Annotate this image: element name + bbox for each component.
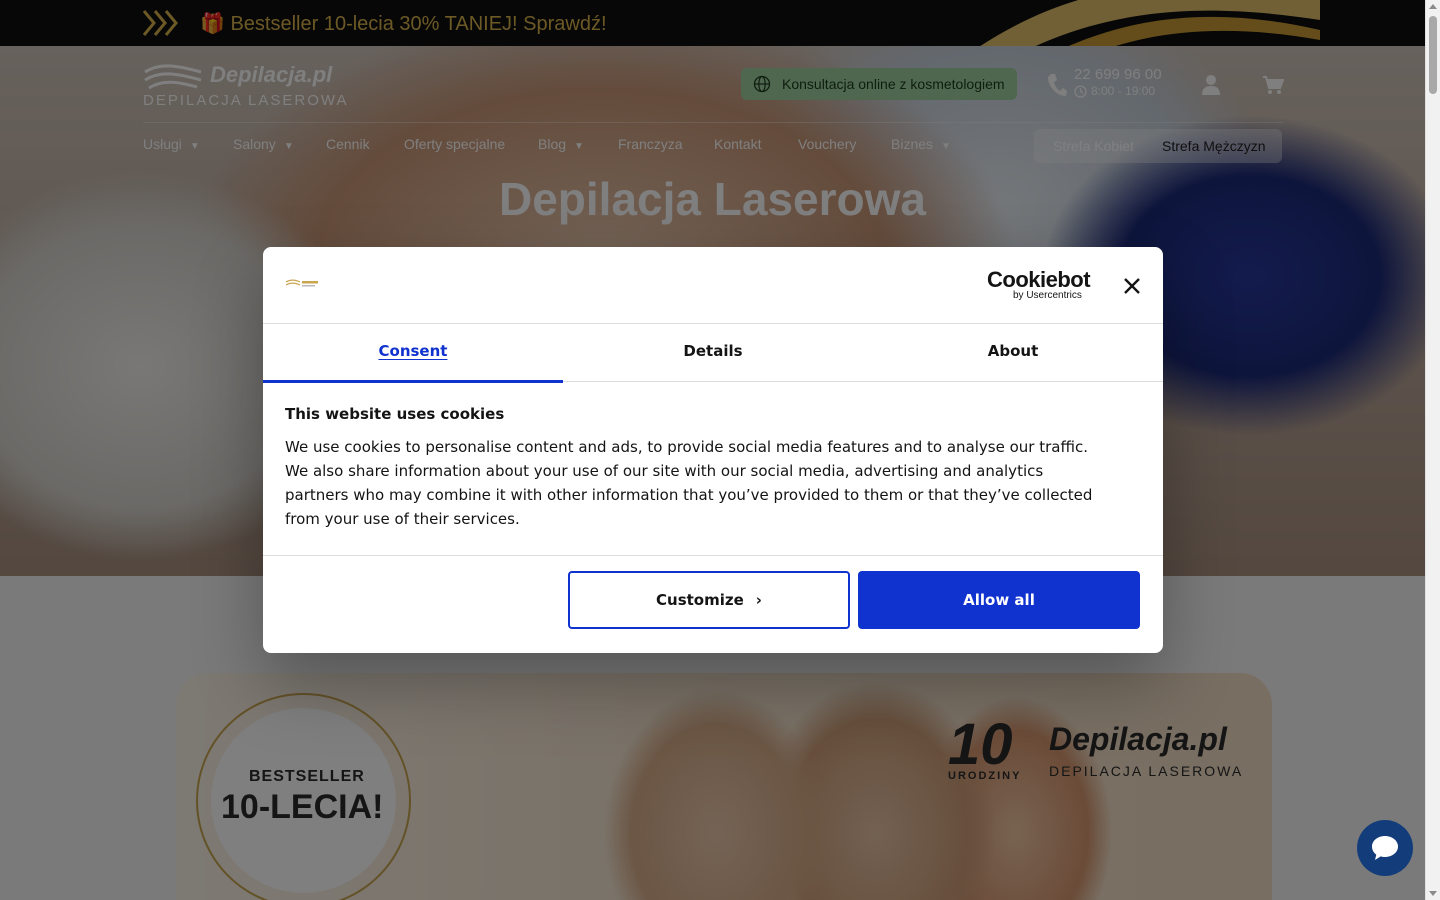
chat-button[interactable]: [1357, 820, 1413, 876]
tab-about[interactable]: About: [863, 325, 1163, 382]
page-scrollbar[interactable]: [1425, 0, 1440, 900]
cookie-consent-dialog: Cookiebot by Usercentrics Consent Detail…: [263, 247, 1163, 653]
scroll-up-arrow-icon[interactable]: [1429, 4, 1437, 9]
dialog-tabs: Consent Details About: [263, 325, 1163, 383]
dialog-footer: Customize › Allow all: [263, 555, 1163, 653]
tab-details[interactable]: Details: [563, 325, 863, 382]
tab-consent[interactable]: Consent: [263, 325, 563, 383]
cookiebot-logo[interactable]: Cookiebot by Usercentrics: [985, 267, 1095, 303]
site-brand-logo-icon: [285, 279, 318, 287]
active-tab-indicator: [263, 380, 563, 383]
dialog-header: Cookiebot by Usercentrics: [263, 247, 1163, 324]
customize-button[interactable]: Customize ›: [568, 571, 850, 629]
close-icon[interactable]: [1121, 275, 1143, 297]
dialog-body: This website uses cookies We use cookies…: [285, 405, 1105, 531]
dialog-description: We use cookies to personalise content an…: [285, 438, 1093, 528]
scroll-down-arrow-icon[interactable]: [1429, 891, 1437, 896]
cookiebot-subtitle: by Usercentrics: [1013, 290, 1082, 301]
chevron-right-icon: ›: [755, 591, 762, 609]
allow-all-button[interactable]: Allow all: [858, 571, 1140, 629]
chat-bubble-icon: [1372, 836, 1398, 860]
dialog-heading: This website uses cookies: [285, 405, 505, 423]
scrollbar-thumb[interactable]: [1429, 16, 1437, 94]
